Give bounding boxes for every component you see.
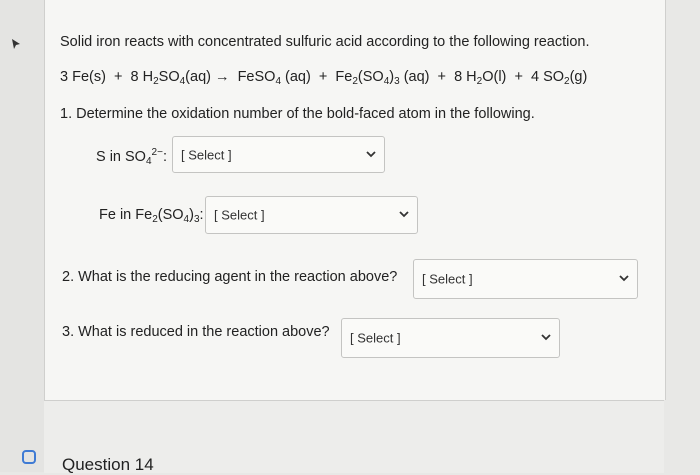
q1a-label: S in SO42−: bbox=[96, 147, 167, 167]
question-card: Solid iron reacts with concentrated sulf… bbox=[44, 0, 666, 400]
q1b-select[interactable]: [ Select ] bbox=[205, 196, 418, 234]
q2-label: 2. What is the reducing agent in the rea… bbox=[62, 269, 398, 285]
next-question-heading: Question 14 bbox=[62, 455, 154, 474]
q3-select-value: [ Select ] bbox=[350, 330, 401, 346]
q1b-select-value: [ Select ] bbox=[214, 207, 265, 223]
chevron-down-icon bbox=[541, 334, 551, 341]
q1a-select[interactable]: [ Select ] bbox=[172, 136, 385, 173]
question-status-icon bbox=[22, 450, 36, 464]
chevron-down-icon bbox=[366, 150, 376, 157]
q2-select-value: [ Select ] bbox=[422, 271, 473, 287]
q2-select[interactable]: [ Select ] bbox=[413, 259, 638, 299]
q1-label: 1. Determine the oxidation number of the… bbox=[60, 106, 535, 122]
intro-text: Solid iron reacts with concentrated sulf… bbox=[60, 34, 590, 50]
q1a-select-value: [ Select ] bbox=[181, 147, 232, 162]
flag-icon[interactable] bbox=[10, 38, 22, 50]
q3-label: 3. What is reduced in the reaction above… bbox=[62, 324, 330, 340]
left-gutter bbox=[0, 0, 44, 472]
reaction-equation: 3 Fe(s) + 8 H2SO4(aq) → FeSO4 (aq) + Fe2… bbox=[60, 69, 588, 87]
chevron-down-icon bbox=[619, 275, 629, 282]
chevron-down-icon bbox=[399, 211, 409, 218]
q3-select[interactable]: [ Select ] bbox=[341, 318, 560, 358]
q1b-label: Fe in Fe2(SO4)3: bbox=[99, 207, 204, 225]
